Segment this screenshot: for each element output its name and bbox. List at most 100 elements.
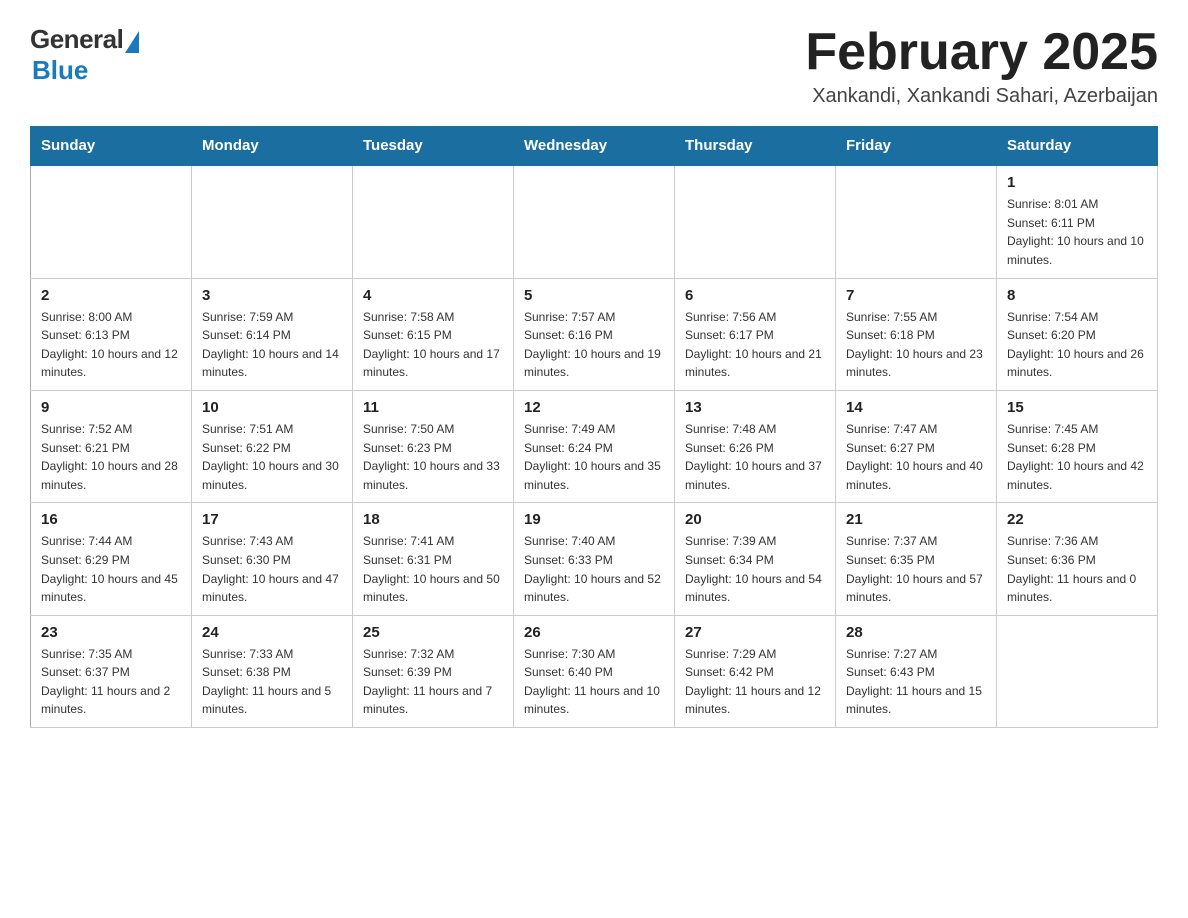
calendar-cell: 1Sunrise: 8:01 AMSunset: 6:11 PMDaylight… [997,165,1158,278]
header-day-tuesday: Tuesday [353,127,514,166]
day-number: 15 [1007,399,1147,416]
logo-blue-text: Blue [32,55,88,86]
calendar-cell [514,165,675,278]
day-number: 25 [363,624,503,641]
calendar-cell: 4 Sunrise: 7:58 AMSunset: 6:15 PMDaylight… [353,278,514,390]
day-number: 28 [846,624,986,641]
day-number: 14 [846,399,986,416]
day-info: Sunrise: 7:52 AMSunset: 6:21 PMDaylight:… [41,420,181,494]
day-number: 11 [363,399,503,416]
calendar-cell [31,165,192,278]
calendar-cell: 6Sunrise: 7:56 AMSunset: 6:17 PMDaylight… [675,278,836,390]
calendar-cell: 21Sunrise: 7:37 AMSunset: 6:35 PMDayligh… [836,503,997,615]
calendar-cell: 27 Sunrise: 7:29 AMSunset: 6:42 PMDayligh… [675,615,836,727]
calendar-cell [836,165,997,278]
logo: General Blue [30,24,139,86]
calendar-cell [192,165,353,278]
calendar-cell: 23 Sunrise: 7:35 AMSunset: 6:37 PMDayligh… [31,615,192,727]
title-area: February 2025 Xankandi, Xankandi Sahari,… [805,24,1158,108]
calendar-cell: 7 Sunrise: 7:55 AMSunset: 6:18 PMDaylight… [836,278,997,390]
location-title: Xankandi, Xankandi Sahari, Azerbaijan [805,85,1158,108]
day-info: Sunrise: 7:39 AMSunset: 6:34 PMDaylight:… [685,532,825,606]
day-info: Sunrise: 8:01 AMSunset: 6:11 PMDaylight:… [1007,195,1147,269]
day-info: Sunrise: 7:50 AMSunset: 6:23 PMDaylight:… [363,420,503,494]
calendar-cell: 11 Sunrise: 7:50 AMSunset: 6:23 PMDayligh… [353,390,514,502]
day-info: Sunrise: 7:32 AMSunset: 6:39 PMDaylight:… [363,645,503,719]
calendar-cell: 9 Sunrise: 7:52 AMSunset: 6:21 PMDaylight… [31,390,192,502]
header-day-monday: Monday [192,127,353,166]
calendar-cell: 5 Sunrise: 7:57 AMSunset: 6:16 PMDaylight… [514,278,675,390]
day-info: Sunrise: 7:44 AMSunset: 6:29 PMDaylight:… [41,532,181,606]
day-number: 2 [41,287,181,304]
day-number: 20 [685,511,825,528]
calendar-cell: 10Sunrise: 7:51 AMSunset: 6:22 PMDayligh… [192,390,353,502]
calendar-cell: 2 Sunrise: 8:00 AMSunset: 6:13 PMDaylight… [31,278,192,390]
day-info: Sunrise: 7:47 AMSunset: 6:27 PMDaylight:… [846,420,986,494]
calendar-cell: 19 Sunrise: 7:40 AMSunset: 6:33 PMDayligh… [514,503,675,615]
calendar-cell: 17 Sunrise: 7:43 AMSunset: 6:30 PMDayligh… [192,503,353,615]
day-info: Sunrise: 7:56 AMSunset: 6:17 PMDaylight:… [685,308,825,382]
day-info: Sunrise: 7:35 AMSunset: 6:37 PMDaylight:… [41,645,181,719]
day-number: 17 [202,511,342,528]
calendar-table: SundayMondayTuesdayWednesdayThursdayFrid… [30,126,1158,728]
day-number: 8 [1007,287,1147,304]
day-info: Sunrise: 7:43 AMSunset: 6:30 PMDaylight:… [202,532,342,606]
day-info: Sunrise: 7:41 AMSunset: 6:31 PMDaylight:… [363,532,503,606]
day-number: 3 [202,287,342,304]
calendar-cell: 22Sunrise: 7:36 AMSunset: 6:36 PMDayligh… [997,503,1158,615]
calendar-cell: 14 Sunrise: 7:47 AMSunset: 6:27 PMDayligh… [836,390,997,502]
calendar-cell: 18 Sunrise: 7:41 AMSunset: 6:31 PMDayligh… [353,503,514,615]
day-info: Sunrise: 7:58 AMSunset: 6:15 PMDaylight:… [363,308,503,382]
day-number: 7 [846,287,986,304]
day-number: 21 [846,511,986,528]
calendar-cell: 24 Sunrise: 7:33 AMSunset: 6:38 PMDayligh… [192,615,353,727]
day-info: Sunrise: 7:27 AMSunset: 6:43 PMDaylight:… [846,645,986,719]
calendar-cell: 8 Sunrise: 7:54 AMSunset: 6:20 PMDaylight… [997,278,1158,390]
calendar-cell: 12Sunrise: 7:49 AMSunset: 6:24 PMDayligh… [514,390,675,502]
day-info: Sunrise: 7:45 AMSunset: 6:28 PMDaylight:… [1007,420,1147,494]
calendar-cell: 20 Sunrise: 7:39 AMSunset: 6:34 PMDayligh… [675,503,836,615]
day-info: Sunrise: 7:48 AMSunset: 6:26 PMDaylight:… [685,420,825,494]
month-title: February 2025 [805,24,1158,81]
day-info: Sunrise: 7:54 AMSunset: 6:20 PMDaylight:… [1007,308,1147,382]
day-number: 9 [41,399,181,416]
header-day-wednesday: Wednesday [514,127,675,166]
day-info: Sunrise: 7:49 AMSunset: 6:24 PMDaylight:… [524,420,664,494]
header: General Blue February 2025 Xankandi, Xan… [30,24,1158,108]
day-number: 23 [41,624,181,641]
day-info: Sunrise: 7:57 AMSunset: 6:16 PMDaylight:… [524,308,664,382]
day-number: 18 [363,511,503,528]
day-info: Sunrise: 7:55 AMSunset: 6:18 PMDaylight:… [846,308,986,382]
header-day-friday: Friday [836,127,997,166]
calendar-cell: 15 Sunrise: 7:45 AMSunset: 6:28 PMDayligh… [997,390,1158,502]
day-number: 4 [363,287,503,304]
day-number: 5 [524,287,664,304]
day-number: 16 [41,511,181,528]
header-day-thursday: Thursday [675,127,836,166]
calendar-cell: 28 Sunrise: 7:27 AMSunset: 6:43 PMDayligh… [836,615,997,727]
day-number: 22 [1007,511,1147,528]
calendar-header: SundayMondayTuesdayWednesdayThursdayFrid… [31,127,1158,166]
calendar-cell [997,615,1158,727]
day-number: 10 [202,399,342,416]
day-number: 13 [685,399,825,416]
calendar-cell [675,165,836,278]
day-info: Sunrise: 7:30 AMSunset: 6:40 PMDaylight:… [524,645,664,719]
day-number: 27 [685,624,825,641]
logo-general-text: General [30,24,123,55]
calendar-cell: 25 Sunrise: 7:32 AMSunset: 6:39 PMDayligh… [353,615,514,727]
day-info: Sunrise: 8:00 AMSunset: 6:13 PMDaylight:… [41,308,181,382]
calendar-body: 1Sunrise: 8:01 AMSunset: 6:11 PMDaylight… [31,165,1158,727]
day-number: 24 [202,624,342,641]
day-info: Sunrise: 7:29 AMSunset: 6:42 PMDaylight:… [685,645,825,719]
logo-triangle-icon [125,31,139,53]
calendar-cell: 3Sunrise: 7:59 AMSunset: 6:14 PMDaylight… [192,278,353,390]
calendar-cell: 13 Sunrise: 7:48 AMSunset: 6:26 PMDayligh… [675,390,836,502]
day-info: Sunrise: 7:33 AMSunset: 6:38 PMDaylight:… [202,645,342,719]
header-day-saturday: Saturday [997,127,1158,166]
calendar-cell: 16 Sunrise: 7:44 AMSunset: 6:29 PMDayligh… [31,503,192,615]
day-number: 19 [524,511,664,528]
calendar-cell [353,165,514,278]
header-day-sunday: Sunday [31,127,192,166]
day-info: Sunrise: 7:40 AMSunset: 6:33 PMDaylight:… [524,532,664,606]
